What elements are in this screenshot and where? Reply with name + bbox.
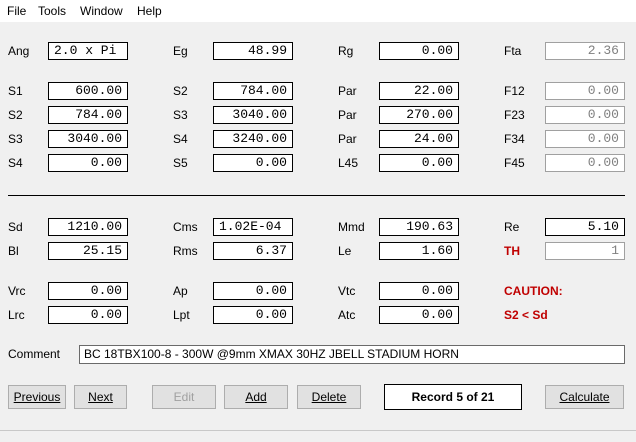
bl-label: Bl [8,244,19,258]
s3-label: S3 [173,108,188,122]
s4-field-r3c1[interactable]: 3240.00 [213,130,293,148]
menu-window[interactable]: Window [80,4,123,18]
s2-label: S2 [173,84,188,98]
par-label: Par [338,132,357,146]
f34-field-r3c3: 0.00 [545,130,625,148]
mmd-field-r5c2[interactable]: 190.63 [379,218,459,236]
s3-label: S3 [8,132,23,146]
vrc-field-r7c0[interactable]: 0.00 [48,282,128,300]
cms-label: Cms [173,220,198,234]
re-label: Re [504,220,520,234]
par-label: Par [338,108,357,122]
vtc-label: Vtc [338,284,356,298]
s4-label: S4 [173,132,188,146]
l45-field-r4c2[interactable]: 0.00 [379,154,459,172]
f23-label: F23 [504,108,525,122]
l45-label: L45 [338,156,359,170]
sd-field-r5c0[interactable]: 1210.00 [48,218,128,236]
menu-bar: File Tools Window Help [0,0,636,22]
s5-label: S5 [173,156,188,170]
rms-label: Rms [173,244,198,258]
par-label: Par [338,84,357,98]
lrc-field-r8c0[interactable]: 0.00 [48,306,128,324]
f12-field-r1c3: 0.00 [545,82,625,100]
s4-field-r4c0[interactable]: 0.00 [48,154,128,172]
caution-label: CAUTION: [504,284,563,298]
fta-label: Fta [504,44,522,58]
par-field-r3c2[interactable]: 24.00 [379,130,459,148]
f45-field-r4c3: 0.00 [545,154,625,172]
vrc-label: Vrc [8,284,26,298]
lpt-label: Lpt [173,308,190,322]
par-field-r2c2[interactable]: 270.00 [379,106,459,124]
sd-label: Sd [8,220,23,234]
mmd-label: Mmd [338,220,365,234]
status-bar [0,430,636,442]
add-button[interactable]: Add [224,385,288,409]
s2-field-r1c1[interactable]: 784.00 [213,82,293,100]
rg-field-r0c2[interactable]: 0.00 [379,42,459,60]
eg-field-r0c1[interactable]: 48.99 [213,42,293,60]
s1-label: S1 [8,84,23,98]
menu-file[interactable]: File [7,4,26,18]
delete-button[interactable]: Delete [297,385,361,409]
section-divider [8,195,625,196]
eg-label: Eg [173,44,188,58]
comment-field[interactable]: BC 18TBX100-8 - 300W @9mm XMAX 30HZ JBEL… [79,345,625,364]
menu-tools[interactable]: Tools [38,4,66,18]
vtc-field-r7c2[interactable]: 0.00 [379,282,459,300]
lrc-label: Lrc [8,308,25,322]
bl-field-r6c0[interactable]: 25.15 [48,242,128,260]
re-field-r5c3[interactable]: 5.10 [545,218,625,236]
s3-field-r2c1[interactable]: 3040.00 [213,106,293,124]
next-button[interactable]: Next [74,385,127,409]
f23-field-r2c3: 0.00 [545,106,625,124]
ang-label: Ang [8,44,30,58]
menu-help[interactable]: Help [137,4,162,18]
calculate-button[interactable]: Calculate [545,385,624,409]
f12-label: F12 [504,84,525,98]
cms-field-r5c1[interactable]: 1.02E-04 [213,218,293,236]
ang-field-r0c0[interactable]: 2.0 x Pi [48,42,128,60]
le-field-r6c2[interactable]: 1.60 [379,242,459,260]
s2-sd-label: S2 < Sd [504,308,548,322]
f34-label: F34 [504,132,525,146]
rms-field-r6c1[interactable]: 6.37 [213,242,293,260]
s2-label: S2 [8,108,23,122]
th-label: TH [504,244,520,258]
ap-field-r7c1[interactable]: 0.00 [213,282,293,300]
ap-label: Ap [173,284,188,298]
fta-field-r0c3: 2.36 [545,42,625,60]
s2-field-r2c0[interactable]: 784.00 [48,106,128,124]
atc-field-r8c2[interactable]: 0.00 [379,306,459,324]
s5-field-r4c1[interactable]: 0.00 [213,154,293,172]
s1-field-r1c0[interactable]: 600.00 [48,82,128,100]
th-field-r6c3: 1 [545,242,625,260]
par-field-r1c2[interactable]: 22.00 [379,82,459,100]
f45-label: F45 [504,156,525,170]
lpt-field-r8c1[interactable]: 0.00 [213,306,293,324]
rg-label: Rg [338,44,354,58]
s3-field-r3c0[interactable]: 3040.00 [48,130,128,148]
record-indicator: Record 5 of 21 [384,384,522,410]
comment-label: Comment [8,347,61,361]
s4-label: S4 [8,156,23,170]
previous-button[interactable]: Previous [8,385,66,409]
edit-button[interactable]: Edit [152,385,216,409]
le-label: Le [338,244,352,258]
atc-label: Atc [338,308,356,322]
